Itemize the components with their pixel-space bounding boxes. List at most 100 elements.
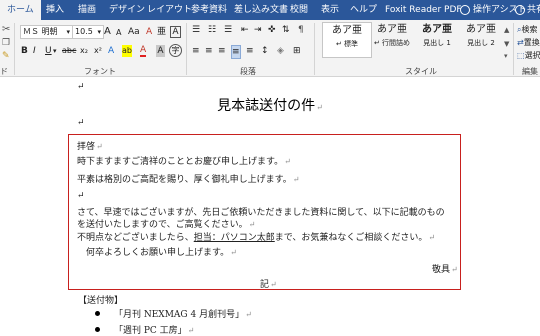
distributed-icon[interactable]: ≡ xyxy=(246,45,254,57)
copy-icon[interactable]: ❐ xyxy=(2,38,10,48)
styles-scroll-down-icon[interactable]: ▼ xyxy=(504,38,509,50)
chevron-down-icon[interactable]: ▾ xyxy=(53,45,57,57)
shrink-font-button[interactable]: A xyxy=(116,27,121,39)
justify-icon[interactable]: ≡ xyxy=(231,45,241,59)
italic-button[interactable]: I xyxy=(33,45,36,57)
strikethrough-button[interactable]: abc xyxy=(62,45,76,57)
grow-font-button[interactable]: A xyxy=(104,26,111,38)
tab-help[interactable]: ヘルプ xyxy=(350,0,377,20)
tab-layout[interactable]: レイアウト xyxy=(147,0,192,20)
tab-design[interactable]: デザイン xyxy=(109,0,145,20)
body-line-text: 平素は格別のご高配を賜り、厚く御礼申し上げます。 xyxy=(77,175,292,185)
style-heading-1[interactable]: あア亜 見出し 1 xyxy=(413,22,461,56)
enclosure-item-1: 「月刊 NEXMAG 4 月創刊号」↵ xyxy=(114,307,252,320)
tab-foxit-reader-pdf[interactable]: Foxit Reader PDF xyxy=(385,0,462,20)
paragraph-mark: ↵ xyxy=(245,310,252,319)
increase-indent-icon[interactable]: ⇥ xyxy=(254,24,262,36)
tab-home[interactable]: ホーム xyxy=(0,0,41,20)
inquiry-line: 不明点などございましたら、担当：パソコン太郎まで、お気兼ねなくご相談ください。↵ xyxy=(77,230,435,243)
inquiry-before: 不明点などございましたら、 xyxy=(77,233,194,243)
group-separator xyxy=(513,23,514,75)
tab-references[interactable]: 参考資料 xyxy=(191,0,227,20)
styles-scroll-up-icon[interactable]: ▲ xyxy=(504,24,509,36)
style-no-spacing[interactable]: あア亜 ↵ 行間詰め xyxy=(368,22,416,56)
style-preview: あア亜 xyxy=(332,25,362,36)
multilevel-list-icon[interactable]: ☰ xyxy=(224,24,232,36)
enclosed-char-button[interactable]: 字 xyxy=(169,44,182,57)
clipboard-group-label-fragment: ド xyxy=(0,67,8,76)
bullets-icon[interactable]: ☰ xyxy=(192,24,200,36)
highlight-button[interactable]: ab xyxy=(122,45,132,57)
style-name: 見出し 1 xyxy=(423,39,451,47)
replace-icon: ⇄ xyxy=(517,38,524,47)
align-right-icon[interactable]: ≡ xyxy=(218,45,226,57)
subscript-button[interactable]: x₂ xyxy=(80,45,88,57)
bullet-icon xyxy=(95,311,100,316)
replace-button[interactable]: ⇄置換 xyxy=(517,37,540,48)
clear-formatting-button[interactable]: A xyxy=(146,26,152,38)
complimentary-close-text: 敬具 xyxy=(432,265,451,275)
share-button[interactable]: 共有 xyxy=(515,0,540,20)
decrease-indent-icon[interactable]: ⇤ xyxy=(241,24,249,36)
align-left-icon[interactable]: ≡ xyxy=(192,45,200,57)
sort-icon[interactable]: ⇅ xyxy=(282,24,290,36)
bold-button[interactable]: B xyxy=(21,45,28,57)
font-size-value: 10.5 xyxy=(75,27,93,36)
show-marks-icon[interactable]: ¶ xyxy=(298,24,304,36)
font-size-select[interactable]: 10.5 ▾ xyxy=(72,25,104,39)
group-separator xyxy=(314,23,315,75)
paragraph-mark: ↵ xyxy=(316,103,323,112)
find-label: 検索 xyxy=(521,25,538,34)
phonetic-guide-button[interactable]: 亜 xyxy=(157,26,166,38)
body-line-text: 時下ますますご清祥のこととお慶び申し上げます。 xyxy=(77,157,284,167)
chevron-down-icon: ▾ xyxy=(97,28,101,36)
cut-icon[interactable]: ✂ xyxy=(2,24,10,35)
char-shading-button[interactable]: A xyxy=(156,45,165,57)
enclosure-item-text: 「月刊 NEXMAG 4 月創刊号」 xyxy=(114,310,245,320)
change-case-button[interactable]: Aa xyxy=(128,26,140,38)
line-spacing-icon[interactable]: ↕ xyxy=(261,45,269,57)
underline-button[interactable]: U xyxy=(45,45,52,57)
format-painter-icon[interactable]: ✎ xyxy=(2,51,10,61)
tab-review[interactable]: 校閲 xyxy=(290,0,308,20)
align-center-icon[interactable]: ≡ xyxy=(205,45,213,57)
styles-more-icon[interactable]: ▾ xyxy=(504,50,508,62)
paragraph-mark: ↵ xyxy=(248,220,256,229)
salutation-text: 拝啓 xyxy=(77,142,96,152)
tab-insert[interactable]: 挿入 xyxy=(46,0,64,20)
style-heading-2[interactable]: あア亜 見出し 2 xyxy=(457,22,505,56)
title-text: 見本誌送付の件 xyxy=(217,98,316,114)
style-name: 見出し 2 xyxy=(467,39,495,47)
bullet-icon xyxy=(95,327,100,332)
borders-icon[interactable]: ⊞ xyxy=(293,45,301,57)
body-line-1: 時下ますますご清祥のこととお慶び申し上げます。↵ xyxy=(77,154,291,167)
asian-layout-icon[interactable]: ✜ xyxy=(268,24,276,36)
font-name-value: ＭＳ 明朝 xyxy=(23,27,58,36)
find-button[interactable]: ⌕検索 xyxy=(517,24,537,35)
text-effects-icon[interactable]: A xyxy=(108,45,114,57)
font-color-button[interactable]: A xyxy=(140,45,147,57)
paragraph-mark: ↵ xyxy=(230,248,237,257)
paragraph-mark: ↵ xyxy=(187,326,195,335)
tab-mailings[interactable]: 差し込み文書 xyxy=(234,0,288,20)
superscript-button[interactable]: x² xyxy=(94,45,102,57)
style-preview: あア亜 xyxy=(466,24,496,35)
ribbon-tab-bar: ホーム 挿入 描画 デザイン レイアウト 参考資料 差し込み文書 校閲 表示 ヘ… xyxy=(0,0,540,20)
select-button[interactable]: ⬚選択 xyxy=(517,50,540,61)
body-line-text: を送付いたしますので、ご高覧ください。 xyxy=(77,220,248,230)
font-name-select[interactable]: ＭＳ 明朝 ▾ xyxy=(20,25,73,39)
paragraph-mark: ↵ xyxy=(77,82,85,92)
style-preview: あア亜 xyxy=(422,24,452,35)
enclose-char-button[interactable]: A xyxy=(170,26,181,38)
ribbon-home: ✂ ❐ ✎ ド ＭＳ 明朝 ▾ 10.5 ▾ A A Aa A 亜 A B I U … xyxy=(0,20,540,77)
closing-text: 何卒よろしくお願い申し上げます。 xyxy=(86,248,230,258)
chevron-down-icon: ▾ xyxy=(66,28,70,36)
tab-view[interactable]: 表示 xyxy=(321,0,339,20)
shading-icon[interactable]: ◈ xyxy=(277,45,284,57)
person-icon xyxy=(515,4,525,15)
tab-draw[interactable]: 描画 xyxy=(78,0,96,20)
paragraph-mark: ↵ xyxy=(451,265,458,274)
numbering-icon[interactable]: ☷ xyxy=(208,24,216,36)
enclosure-item-text: 「週刊 PC 工房」 xyxy=(114,326,187,336)
style-normal[interactable]: あア亜 ↵ 標準 xyxy=(322,22,372,58)
